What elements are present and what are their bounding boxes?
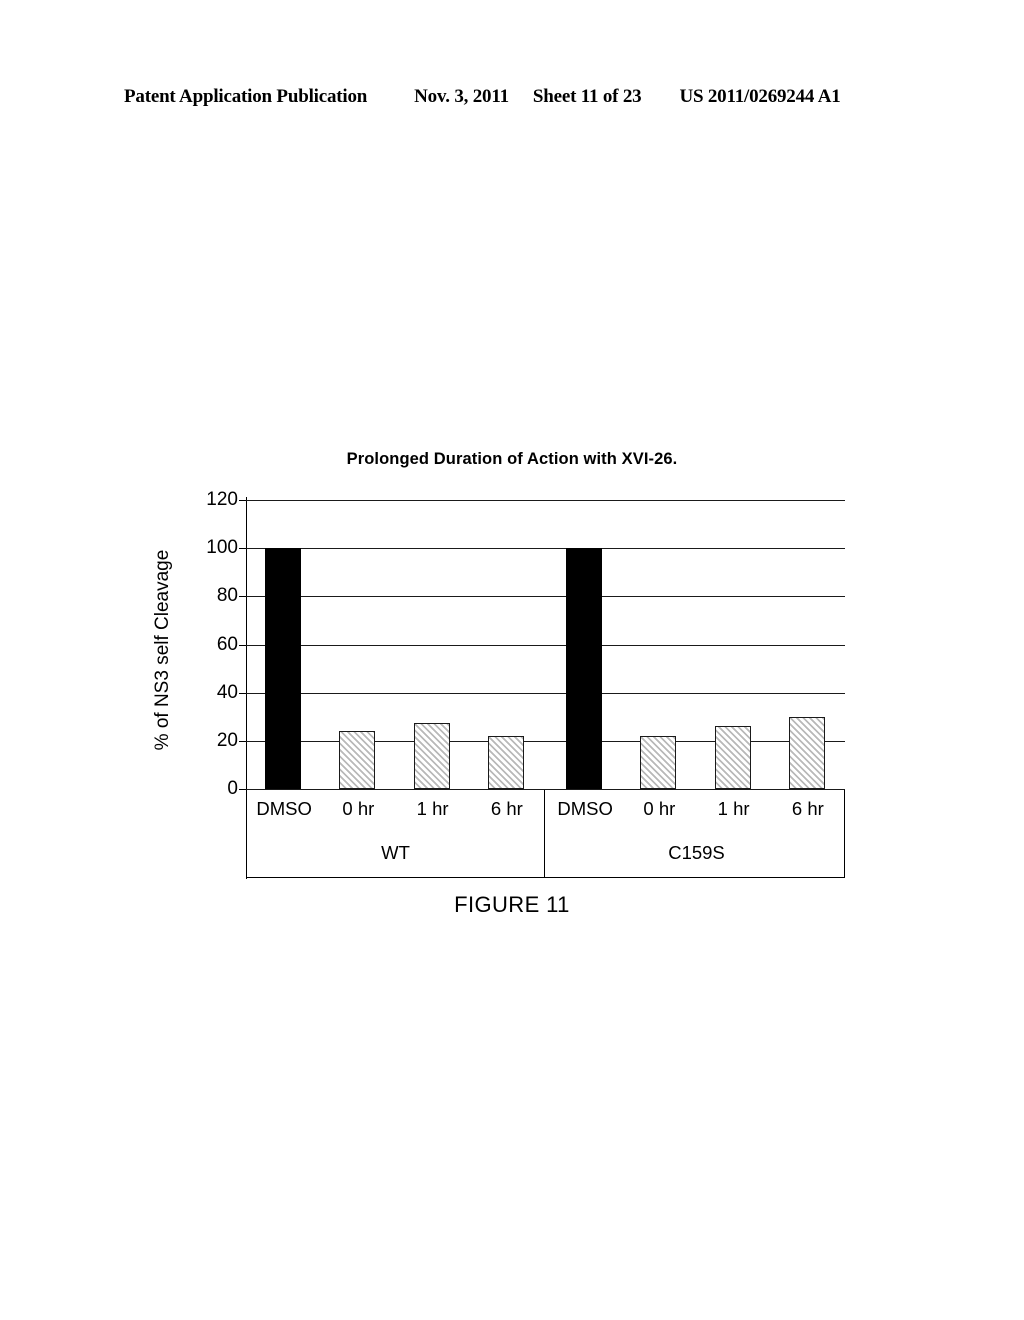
bar bbox=[265, 548, 302, 789]
gridline bbox=[246, 596, 845, 598]
bar bbox=[413, 722, 450, 789]
category-label: DMSO bbox=[256, 798, 312, 819]
category-label: 0 hr bbox=[643, 798, 676, 819]
gridline bbox=[246, 500, 845, 501]
figure-caption: FIGURE 11 bbox=[454, 892, 570, 917]
y-axis-tick-label: 0 bbox=[227, 778, 238, 799]
group-divider bbox=[544, 790, 545, 878]
category-label: 6 hr bbox=[791, 798, 824, 819]
gridline bbox=[246, 740, 845, 742]
y-axis-tick-label: 60 bbox=[216, 633, 238, 655]
category-label-box: DMSO 0 hr 1 hr 6 hr DMSO 0 hr 1 hr 6 hr WT C159S bbox=[246, 790, 845, 878]
category-label: 1 hr bbox=[416, 798, 449, 819]
bar bbox=[487, 736, 524, 789]
category-label: 0 hr bbox=[342, 798, 375, 819]
y-axis-tick-mark bbox=[239, 596, 246, 598]
y-axis-title: % of NS3 self Cleavage bbox=[152, 549, 173, 751]
y-axis-tick-label: 80 bbox=[216, 585, 238, 607]
category-label: 6 hr bbox=[490, 798, 523, 819]
y-axis-tick-label: 20 bbox=[216, 729, 238, 751]
group-label: C159S bbox=[668, 842, 725, 863]
bar bbox=[566, 548, 603, 789]
y-axis-tick-mark bbox=[239, 692, 246, 694]
y-axis-tick-mark bbox=[239, 740, 246, 742]
gridline bbox=[246, 692, 845, 694]
plot-area bbox=[239, 500, 845, 790]
y-axis-tick-label: 40 bbox=[216, 681, 238, 703]
gridline bbox=[246, 548, 845, 550]
y-axis-tick-mark bbox=[239, 548, 246, 550]
y-axis-tick-labels: 0 20 40 60 80 100 120 bbox=[196, 490, 238, 798]
bar bbox=[714, 726, 751, 789]
bar bbox=[339, 731, 376, 789]
y-axis-tick-mark bbox=[239, 500, 246, 501]
bar bbox=[640, 736, 677, 789]
bar bbox=[788, 716, 825, 789]
gridline bbox=[246, 644, 845, 646]
y-axis-tick-mark bbox=[239, 644, 246, 646]
y-axis-tick-label: 100 bbox=[206, 537, 238, 559]
category-label: 1 hr bbox=[717, 798, 750, 819]
category-label: DMSO bbox=[557, 798, 613, 819]
y-axis-tick-mark bbox=[239, 789, 246, 790]
chart-title: Prolonged Duration of Action with XVI-26… bbox=[346, 450, 678, 468]
group-label: WT bbox=[381, 842, 410, 863]
y-axis-tick-label: 120 bbox=[206, 489, 238, 510]
figure-11: Prolonged Duration of Action with XVI-26… bbox=[0, 0, 1024, 1320]
